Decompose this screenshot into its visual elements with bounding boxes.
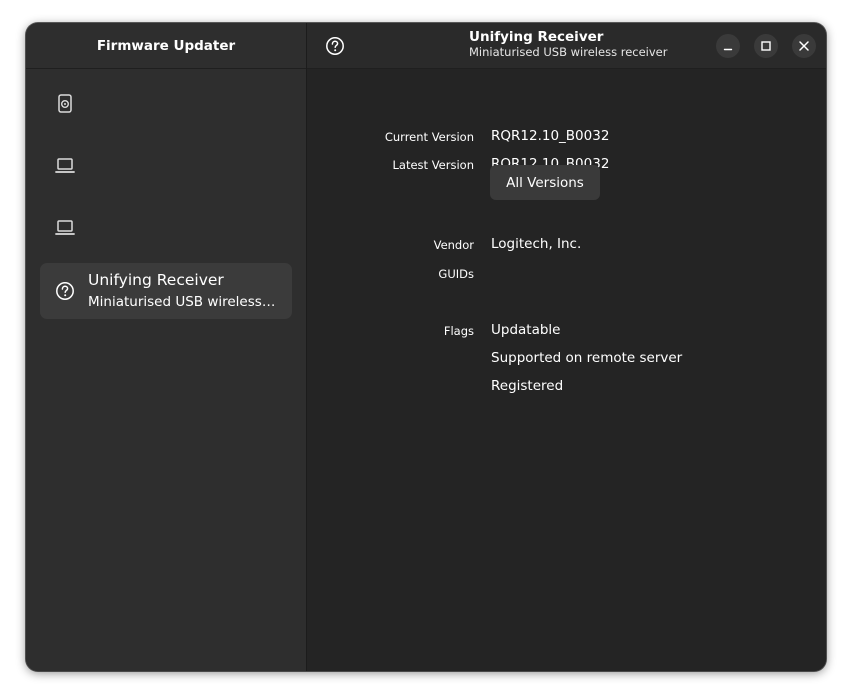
header-subtitle: Miniaturised USB wireless receiver	[469, 45, 668, 59]
maximize-icon	[761, 41, 771, 51]
help-icon[interactable]	[323, 34, 347, 58]
header-title: Unifying Receiver	[469, 29, 604, 45]
minimize-icon	[723, 48, 733, 51]
current-version-label: Current Version	[384, 130, 474, 144]
device-item-laptop-1[interactable]	[40, 137, 292, 193]
device-details: Current Version RQR12.10_B0032 Latest Ve…	[307, 69, 826, 671]
vendor-label: Vendor	[433, 238, 474, 252]
current-version-value: RQR12.10_B0032	[491, 128, 610, 144]
all-versions-button[interactable]: All Versions	[490, 165, 600, 200]
app-title: Firmware Updater	[96, 37, 236, 54]
close-button[interactable]	[792, 34, 816, 58]
help-icon	[56, 282, 74, 300]
header-bar: Unifying Receiver Miniaturised USB wirel…	[307, 23, 826, 69]
header-titles: Unifying Receiver Miniaturised USB wirel…	[469, 29, 719, 60]
drive-icon	[58, 94, 72, 113]
flag-item: Updatable	[491, 322, 561, 338]
app-window: Firmware Updater Unifying Receiver Minia…	[26, 23, 826, 671]
close-icon	[799, 41, 809, 51]
laptop-icon	[55, 220, 75, 235]
device-item-unifying-receiver[interactable]: Unifying Receiver Miniaturised USB wirel…	[40, 263, 292, 319]
flag-item: Supported on remote server	[491, 350, 683, 366]
vendor-value: Logitech, Inc.	[491, 236, 582, 252]
maximize-button[interactable]	[754, 34, 778, 58]
device-name: Unifying Receiver	[88, 271, 224, 289]
device-summary: Miniaturised USB wireless receiver	[88, 294, 278, 310]
laptop-icon	[55, 158, 75, 173]
device-item-drive[interactable]	[40, 75, 292, 131]
device-sidebar: Firmware Updater Unifying Receiver Minia…	[26, 23, 307, 671]
flag-item: Registered	[491, 378, 564, 394]
guids-label: GUIDs	[438, 267, 474, 281]
flags-label: Flags	[443, 324, 474, 338]
latest-version-label: Latest Version	[392, 158, 474, 172]
sidebar-header: Firmware Updater	[26, 23, 306, 69]
minimize-button[interactable]	[716, 34, 740, 58]
device-item-laptop-2[interactable]	[40, 199, 292, 255]
